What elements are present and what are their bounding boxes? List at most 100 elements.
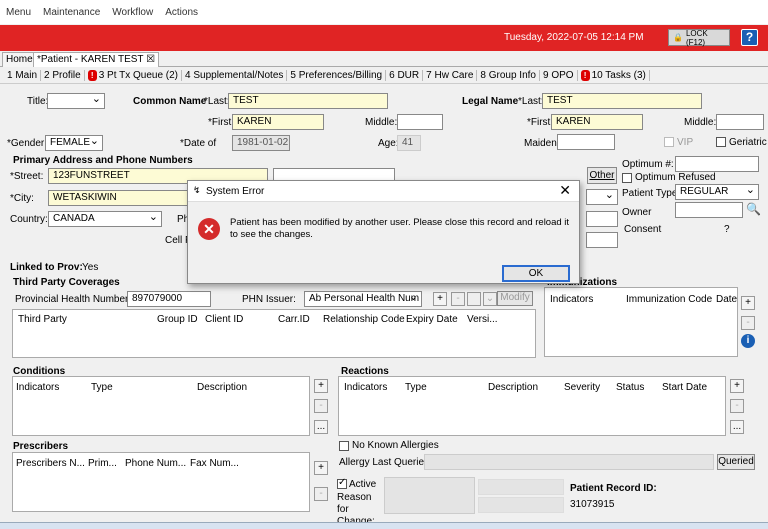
phn-label: Provincial Health Number: (15, 294, 132, 305)
gender-select[interactable]: FEMALE (45, 135, 103, 151)
remove-coverage-button[interactable]: - (451, 292, 465, 306)
active-checkbox[interactable] (337, 477, 347, 489)
column-header[interactable]: Carr.ID (278, 314, 310, 325)
add-prescriber-button[interactable]: + (314, 461, 328, 475)
remove-reaction-button[interactable]: - (730, 399, 744, 413)
owner-field[interactable] (675, 202, 743, 218)
subtab-main[interactable]: 1 Main (4, 70, 42, 81)
app-icon: ↯ (193, 185, 201, 195)
record-id-value: 31073915 (570, 499, 615, 510)
dob-label: *Date of (180, 138, 217, 149)
column-header[interactable]: Group ID (157, 314, 198, 325)
column-header[interactable]: Expiry Date (406, 314, 458, 325)
close-icon[interactable]: ✕ (559, 182, 571, 199)
province-select[interactable] (586, 189, 618, 205)
common-middle-field[interactable] (397, 114, 443, 130)
subtab-supplemental[interactable]: 4 Supplemental/Notes (182, 70, 288, 81)
column-header[interactable]: Type (91, 382, 113, 393)
maiden-label: Maiden: (524, 138, 560, 149)
column-header[interactable]: Indicators (344, 382, 387, 393)
column-header[interactable]: Fax Num... (190, 458, 239, 469)
subtab-profile[interactable]: 2 Profile (41, 70, 85, 81)
modify-button[interactable]: Modify (497, 291, 533, 306)
subtab-label: 5 Preferences/Billing (290, 70, 383, 81)
vip-checkbox[interactable] (664, 137, 674, 147)
column-header[interactable]: Status (616, 382, 644, 393)
ok-button[interactable]: OK (502, 265, 570, 282)
column-header[interactable]: Indicators (16, 382, 59, 393)
subtab-tasks[interactable]: ! 10 Tasks (3) (578, 70, 650, 81)
column-header[interactable]: Prim... (88, 458, 117, 469)
maiden-field[interactable] (557, 134, 615, 150)
coverage-down-button[interactable]: ⌄ (483, 292, 497, 306)
title-select[interactable] (47, 93, 105, 109)
column-header[interactable]: Versi... (467, 314, 498, 325)
reason-field[interactable] (384, 477, 475, 514)
column-header[interactable]: Third Party (18, 314, 67, 325)
column-header[interactable]: Start Date (662, 382, 707, 393)
column-header[interactable]: Type (405, 382, 427, 393)
menu-actions[interactable]: Actions (165, 7, 198, 18)
patient-type-select[interactable]: REGULAR (675, 184, 759, 200)
menu-maintenance[interactable]: Maintenance (43, 7, 100, 18)
common-name-heading: Common Name (133, 96, 207, 107)
other-button[interactable]: Other (587, 167, 617, 184)
legal-last-field[interactable]: TEST (542, 93, 702, 109)
optimum-label: Optimum #: (622, 159, 674, 170)
subtab-label: 8 Group Info (480, 70, 536, 81)
coverage-up-button[interactable] (467, 292, 481, 306)
info-icon[interactable]: i (741, 334, 755, 348)
column-header[interactable]: Date (716, 294, 737, 305)
phone-extra-field[interactable] (586, 211, 618, 227)
phn-field[interactable]: 897079000 (127, 291, 211, 307)
optimum-refused-checkbox[interactable] (622, 173, 632, 183)
column-header[interactable]: Immunization Code (626, 294, 712, 305)
geriatric-checkbox[interactable] (716, 137, 726, 147)
column-header[interactable]: Description (488, 382, 538, 393)
close-icon[interactable]: ☒ (146, 54, 155, 65)
tab-patient[interactable]: *Patient - KAREN TEST ☒ (33, 52, 160, 67)
legal-middle-label: Middle: (684, 117, 717, 128)
search-icon[interactable]: 🔍 (746, 202, 761, 216)
help-button[interactable]: ? (741, 29, 758, 46)
column-header[interactable]: Prescribers N... (16, 458, 85, 469)
more-reaction-button[interactable]: ... (730, 420, 744, 434)
menu-workflow[interactable]: Workflow (112, 7, 153, 18)
remove-condition-button[interactable]: - (314, 399, 328, 413)
menu-menu[interactable]: Menu (6, 7, 31, 18)
column-header[interactable]: Client ID (205, 314, 243, 325)
subtab-group-info[interactable]: 8 Group Info (477, 70, 540, 81)
subtab-preferences[interactable]: 5 Preferences/Billing (287, 70, 387, 81)
no-known-allergies-checkbox[interactable] (339, 441, 349, 451)
add-coverage-button[interactable]: + (433, 292, 447, 306)
add-immunization-button[interactable]: + (741, 296, 755, 310)
common-first-field[interactable]: KAREN (232, 114, 324, 130)
country-select[interactable]: CANADA (48, 211, 162, 227)
cell-extra-field[interactable] (586, 232, 618, 248)
common-last-field[interactable]: TEST (228, 93, 388, 109)
lock-button[interactable]: 🔒 LOCK (F12) (668, 29, 730, 47)
column-header[interactable]: Description (197, 382, 247, 393)
remove-prescriber-button[interactable]: - (314, 487, 328, 501)
column-header[interactable]: Indicators (550, 294, 593, 305)
phn-issuer-select[interactable]: Ab Personal Health Num (304, 291, 422, 307)
column-header[interactable]: Relationship Code (323, 314, 405, 325)
dob-field[interactable]: 1981-01-02 (232, 135, 290, 151)
allergy-last-queried-label: Allergy Last Queried: (339, 457, 433, 468)
legal-first-field[interactable]: KAREN (551, 114, 643, 130)
column-header[interactable]: Phone Num... (125, 458, 186, 469)
subtab-dur[interactable]: 6 DUR (386, 70, 424, 81)
subtab-tx-queue[interactable]: ! 3 Pt Tx Queue (2) (85, 70, 182, 81)
column-header[interactable]: Severity (564, 382, 600, 393)
subtab-opo[interactable]: 9 OPO (540, 70, 578, 81)
optimum-field[interactable] (675, 156, 759, 172)
queried-button[interactable]: Queried (717, 454, 755, 470)
city-field[interactable]: WETASKIWIN (48, 190, 193, 206)
tab-home[interactable]: Home (2, 52, 37, 67)
add-reaction-button[interactable]: + (730, 379, 744, 393)
subtab-hw-care[interactable]: 7 Hw Care (423, 70, 478, 81)
more-condition-button[interactable]: ... (314, 420, 328, 434)
remove-immunization-button[interactable]: - (741, 316, 755, 330)
add-condition-button[interactable]: + (314, 379, 328, 393)
legal-middle-field[interactable] (716, 114, 764, 130)
